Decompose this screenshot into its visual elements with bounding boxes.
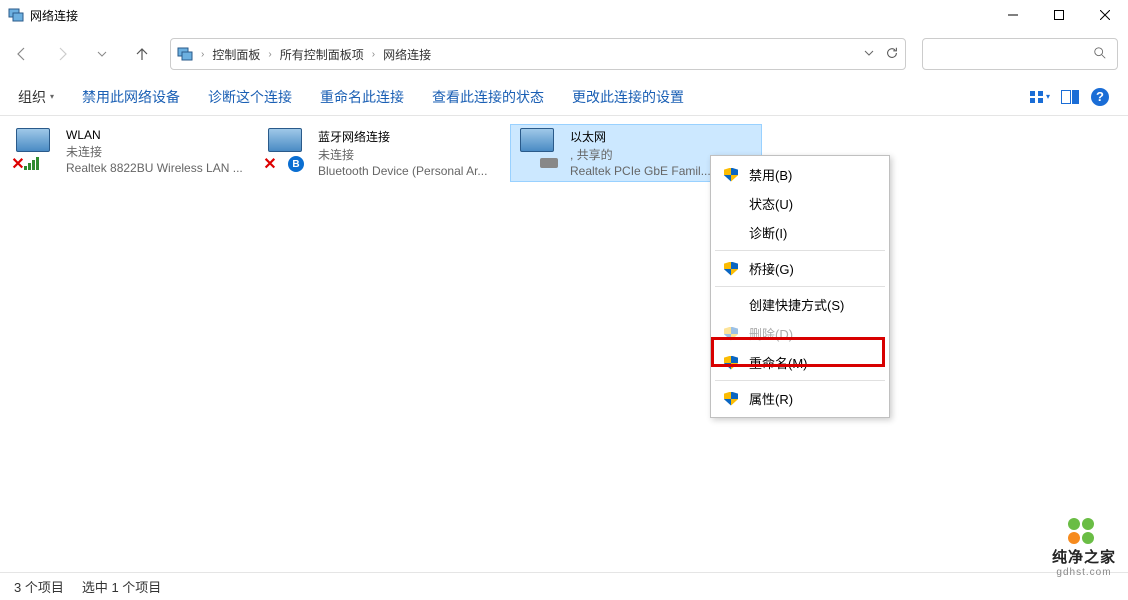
adapter-device: Realtek 8822BU Wireless LAN ... — [66, 161, 243, 175]
minimize-button[interactable] — [990, 0, 1036, 30]
location-icon — [177, 46, 193, 62]
cm-diagnose[interactable]: 诊断(I) — [713, 218, 887, 247]
up-button[interactable] — [130, 42, 154, 66]
shield-icon — [724, 356, 738, 370]
shield-icon — [724, 392, 738, 406]
chevron-down-icon: ▾ — [50, 92, 54, 101]
menu-separator — [715, 250, 885, 251]
cm-properties[interactable]: 属性(R) — [713, 384, 887, 413]
address-bar[interactable]: › 控制面板 › 所有控制面板项 › 网络连接 — [170, 38, 906, 70]
window-controls — [990, 0, 1128, 30]
settings-button[interactable]: 更改此连接的设置 — [572, 87, 684, 107]
cm-shortcut[interactable]: 创建快捷方式(S) — [713, 290, 887, 319]
adapter-list: ✕ WLAN 未连接 Realtek 8822BU Wireless LAN .… — [0, 116, 1128, 190]
ethernet-adapter-icon — [514, 128, 562, 172]
shield-icon — [724, 262, 738, 276]
cm-bridge[interactable]: 桥接(G) — [713, 254, 887, 283]
refresh-button[interactable] — [885, 46, 899, 63]
adapter-state: , 共享的 — [570, 146, 711, 163]
disconnected-x-icon: ✕ — [10, 156, 26, 172]
chevron-right-icon[interactable]: › — [201, 49, 204, 60]
status-button[interactable]: 查看此连接的状态 — [432, 87, 544, 107]
menu-separator — [715, 286, 885, 287]
navigation-bar: › 控制面板 › 所有控制面板项 › 网络连接 — [0, 30, 1128, 78]
crumb-all-items[interactable]: 所有控制面板项 — [280, 46, 364, 63]
adapter-device: Realtek PCIe GbE Famil... — [570, 164, 711, 178]
cm-disable[interactable]: 禁用(B) — [713, 160, 887, 189]
disable-device-button[interactable]: 禁用此网络设备 — [82, 87, 180, 107]
help-button[interactable]: ? — [1090, 87, 1110, 107]
adapter-device: Bluetooth Device (Personal Ar... — [318, 164, 487, 178]
adapter-wlan[interactable]: ✕ WLAN 未连接 Realtek 8822BU Wireless LAN .… — [6, 124, 258, 182]
adapter-state: 未连接 — [318, 146, 487, 163]
context-menu: 禁用(B) 状态(U) 诊断(I) 桥接(G) 创建快捷方式(S) 删除(D) … — [710, 155, 890, 418]
close-button[interactable] — [1082, 0, 1128, 30]
selected-count: 选中 1 个项目 — [82, 577, 161, 596]
organize-menu[interactable]: 组织 ▾ — [18, 87, 54, 107]
search-icon — [1093, 46, 1107, 63]
adapter-name: WLAN — [66, 128, 243, 142]
titlebar: 网络连接 — [0, 0, 1128, 30]
adapter-state: 未连接 — [66, 143, 243, 160]
chevron-right-icon: › — [372, 49, 375, 60]
watermark-text: 纯净之家 — [1052, 546, 1116, 567]
disconnected-x-icon: ✕ — [262, 156, 278, 172]
forward-button[interactable] — [50, 42, 74, 66]
bluetooth-adapter-icon: B ✕ — [262, 128, 310, 172]
adapter-bluetooth[interactable]: B ✕ 蓝牙网络连接 未连接 Bluetooth Device (Persona… — [258, 124, 510, 182]
bluetooth-icon: B — [288, 156, 304, 172]
cm-status[interactable]: 状态(U) — [713, 189, 887, 218]
wifi-adapter-icon: ✕ — [10, 128, 58, 172]
preview-pane-button[interactable] — [1060, 87, 1080, 107]
maximize-button[interactable] — [1036, 0, 1082, 30]
watermark: 纯净之家 gdhst.com — [1052, 518, 1116, 578]
cm-delete: 删除(D) — [713, 319, 887, 348]
breadcrumb: 控制面板 › 所有控制面板项 › 网络连接 — [212, 46, 855, 63]
adapter-name: 蓝牙网络连接 — [318, 128, 487, 145]
shield-icon — [724, 327, 738, 341]
view-layout-button[interactable]: ▾ — [1030, 87, 1050, 107]
search-input[interactable] — [922, 38, 1118, 70]
chevron-right-icon: › — [268, 49, 271, 60]
recent-dropdown[interactable] — [90, 42, 114, 66]
shield-icon — [724, 168, 738, 182]
app-icon — [8, 7, 24, 23]
watermark-logo — [1068, 518, 1100, 544]
rename-button[interactable]: 重命名此连接 — [320, 87, 404, 107]
window-title: 网络连接 — [30, 7, 990, 24]
status-bar: 3 个项目 选中 1 个项目 — [0, 572, 1128, 600]
diagnose-button[interactable]: 诊断这个连接 — [208, 87, 292, 107]
command-bar: 组织 ▾ 禁用此网络设备 诊断这个连接 重命名此连接 查看此连接的状态 更改此连… — [0, 78, 1128, 116]
cm-rename[interactable]: 重命名(M) — [713, 348, 887, 377]
menu-separator — [715, 380, 885, 381]
chevron-down-icon[interactable] — [863, 47, 875, 62]
item-count: 3 个项目 — [14, 577, 64, 596]
back-button[interactable] — [10, 42, 34, 66]
adapter-name: 以太网 — [570, 128, 711, 145]
crumb-control-panel[interactable]: 控制面板 — [212, 46, 260, 63]
crumb-network[interactable]: 网络连接 — [383, 46, 431, 63]
